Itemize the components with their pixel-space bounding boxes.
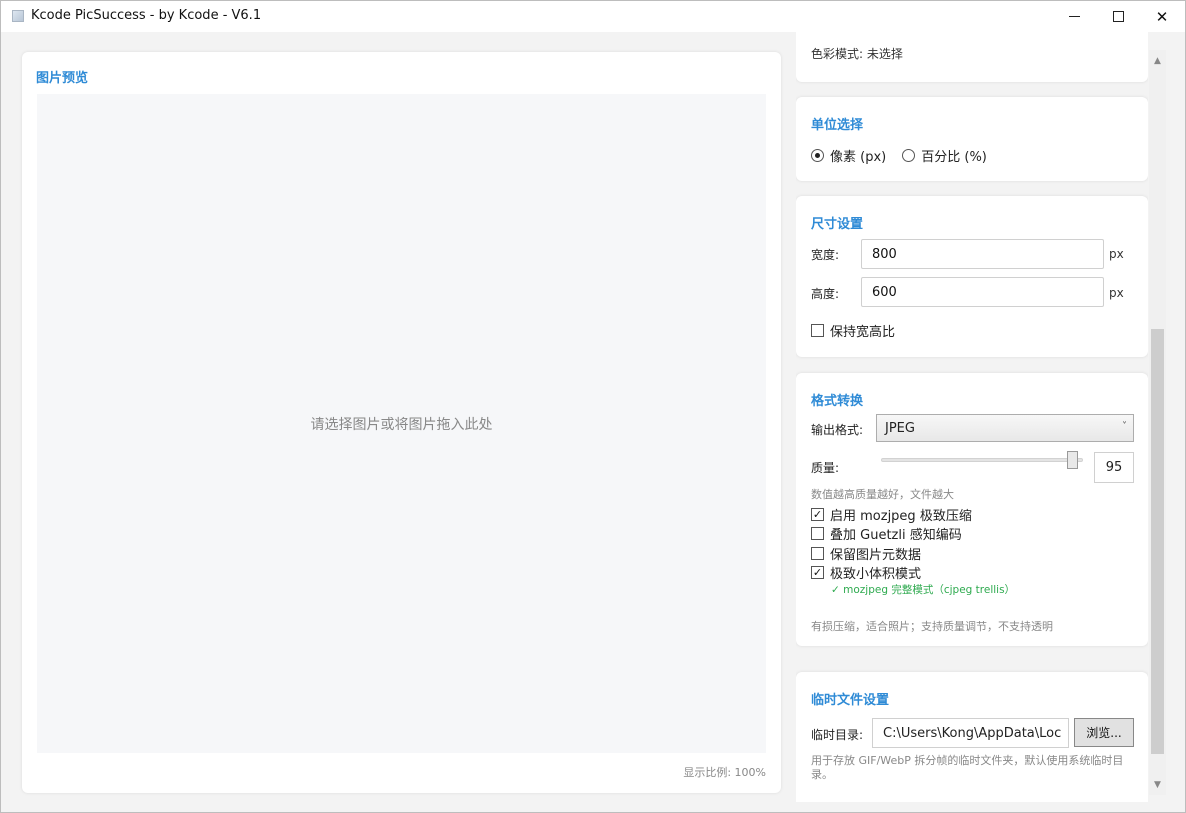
- metadata-checkbox[interactable]: [811, 547, 824, 560]
- tiny-mode-checkbox[interactable]: ✓: [811, 566, 824, 579]
- quality-slider-handle[interactable]: [1067, 451, 1078, 469]
- format-card: 格式转换 输出格式: JPEG ˅ 质量: 95 数值越高质量越好，文件越大 ✓…: [796, 373, 1148, 646]
- width-label: 宽度:: [811, 248, 840, 262]
- preview-placeholder: 请选择图片或将图片拖入此处: [310, 417, 493, 433]
- chevron-down-icon: ˅: [1122, 421, 1127, 432]
- radio-percent-label[interactable]: 百分比 (%): [921, 146, 987, 165]
- preview-panel: 图片预览 请选择图片或将图片拖入此处 显示比例: 100%: [22, 52, 781, 793]
- keep-ratio-checkbox[interactable]: [811, 324, 824, 337]
- scale-label: 显示比例: 100%: [683, 766, 766, 779]
- keep-ratio-row[interactable]: 保持宽高比: [811, 321, 895, 340]
- preview-title: 图片预览: [36, 71, 89, 86]
- metadata-label[interactable]: 保留图片元数据: [830, 544, 921, 563]
- unit-radio-group: 像素 (px) 百分比 (%): [811, 146, 1003, 165]
- height-unit: px: [1109, 286, 1124, 300]
- temp-card: 临时文件设置 临时目录: C:\Users\Kong\AppData\Loc 浏…: [796, 672, 1148, 802]
- temp-dir-input[interactable]: C:\Users\Kong\AppData\Loc: [872, 718, 1069, 748]
- height-label: 高度:: [811, 287, 840, 301]
- radio-percent[interactable]: [902, 149, 916, 162]
- quality-hint: 数值越高质量越好，文件越大: [811, 488, 954, 501]
- scroll-down-icon[interactable]: ▼: [1149, 776, 1166, 793]
- guetzli-checkbox[interactable]: [811, 527, 824, 540]
- unit-title: 单位选择: [811, 118, 864, 133]
- maximize-button[interactable]: [1095, 1, 1141, 32]
- radio-px[interactable]: [811, 149, 824, 162]
- quality-slider-track[interactable]: [881, 458, 1083, 462]
- size-card: 尺寸设置 宽度: 800 px 高度: 600 px 保持宽高比: [796, 196, 1148, 357]
- guetzli-label[interactable]: 叠加 Guetzli 感知编码: [830, 524, 962, 543]
- minimize-icon: [1068, 16, 1080, 17]
- settings-panel: 色彩模式: 未选择 单位选择 像素 (px) 百分比 (%) 尺寸设置 宽度: …: [796, 32, 1148, 802]
- mozjpeg-label[interactable]: 启用 mozjpeg 极致压缩: [830, 505, 972, 524]
- width-unit: px: [1109, 247, 1124, 261]
- quality-label: 质量:: [811, 461, 840, 475]
- height-input[interactable]: 600: [861, 277, 1104, 307]
- minimize-button[interactable]: [1051, 1, 1097, 32]
- browse-button[interactable]: 浏览...: [1074, 718, 1134, 747]
- app-icon: [12, 10, 24, 22]
- keep-ratio-label[interactable]: 保持宽高比: [830, 321, 895, 340]
- unit-card: 单位选择 像素 (px) 百分比 (%): [796, 97, 1148, 181]
- option-mozjpeg[interactable]: ✓ 启用 mozjpeg 极致压缩: [811, 505, 972, 524]
- format-title: 格式转换: [811, 394, 864, 409]
- app-window: Kcode PicSuccess - by Kcode - V6.1 ✕ 图片预…: [0, 0, 1186, 813]
- vertical-scrollbar[interactable]: ▲ ▼: [1149, 50, 1166, 795]
- option-keep-metadata[interactable]: 保留图片元数据: [811, 544, 921, 563]
- close-button[interactable]: ✕: [1139, 1, 1185, 32]
- quality-value-input[interactable]: 95: [1094, 452, 1134, 483]
- temp-dir-hint: 用于存放 GIF/WebP 拆分帧的临时文件夹，默认使用系统临时目录。: [811, 754, 1124, 781]
- close-icon: ✕: [1155, 7, 1169, 26]
- width-input[interactable]: 800: [861, 239, 1104, 269]
- temp-title: 临时文件设置: [811, 693, 890, 708]
- color-mode-card: 色彩模式: 未选择: [796, 32, 1148, 82]
- option-tiny-mode[interactable]: ✓ 极致小体积模式: [811, 563, 921, 582]
- title-bar: Kcode PicSuccess - by Kcode - V6.1 ✕: [1, 1, 1185, 32]
- color-mode-label: 色彩模式: 未选择: [811, 47, 903, 61]
- format-description: 有损压缩，适合照片；支持质量调节，不支持透明: [811, 620, 1053, 633]
- mozjpeg-checkbox[interactable]: ✓: [811, 508, 824, 521]
- mozjpeg-status-note: ✓ mozjpeg 完整模式（cjpeg trellis）: [831, 584, 1016, 596]
- option-guetzli[interactable]: 叠加 Guetzli 感知编码: [811, 524, 962, 543]
- output-format-value: JPEG: [885, 420, 915, 436]
- tiny-mode-label[interactable]: 极致小体积模式: [830, 563, 921, 582]
- maximize-icon: [1112, 11, 1124, 22]
- scrollbar-thumb[interactable]: [1151, 329, 1164, 754]
- temp-dir-label: 临时目录:: [811, 728, 864, 742]
- scroll-up-icon[interactable]: ▲: [1149, 52, 1166, 69]
- output-format-select[interactable]: JPEG ˅: [876, 414, 1134, 442]
- window-title: Kcode PicSuccess - by Kcode - V6.1: [31, 8, 262, 23]
- radio-px-label[interactable]: 像素 (px): [830, 146, 886, 165]
- output-format-label: 输出格式:: [811, 423, 864, 437]
- image-drop-area[interactable]: 请选择图片或将图片拖入此处: [37, 94, 766, 753]
- size-title: 尺寸设置: [811, 217, 864, 232]
